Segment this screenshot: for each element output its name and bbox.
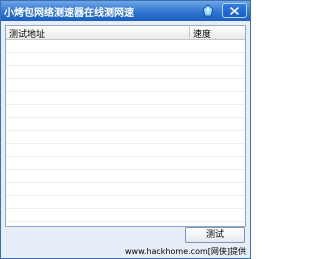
- column-header-url[interactable]: 测试地址: [9, 27, 45, 40]
- column-divider[interactable]: [189, 27, 190, 38]
- column-header-speed[interactable]: 速度: [193, 27, 211, 40]
- speed-list[interactable]: 测试地址 速度: [5, 25, 246, 227]
- close-icon: [230, 7, 239, 15]
- title-bar[interactable]: 小烤包网络测速器在线测网速: [1, 1, 250, 21]
- window-title: 小烤包网络测速器在线测网速: [4, 8, 134, 19]
- list-header: 测试地址 速度: [6, 26, 245, 40]
- status-bar: www.hackhome.com[网侠]提供: [1, 246, 250, 258]
- watermark-text: www.hackhome.com[网侠]提供: [125, 247, 246, 256]
- app-window: 小烤包网络测速器在线测网速 测试地址 速度 测试 www.hackhome.co…: [0, 0, 251, 259]
- test-button[interactable]: 测试: [185, 227, 245, 243]
- list-rows: [6, 40, 245, 226]
- close-button[interactable]: [222, 3, 247, 18]
- gem-icon: [201, 4, 215, 18]
